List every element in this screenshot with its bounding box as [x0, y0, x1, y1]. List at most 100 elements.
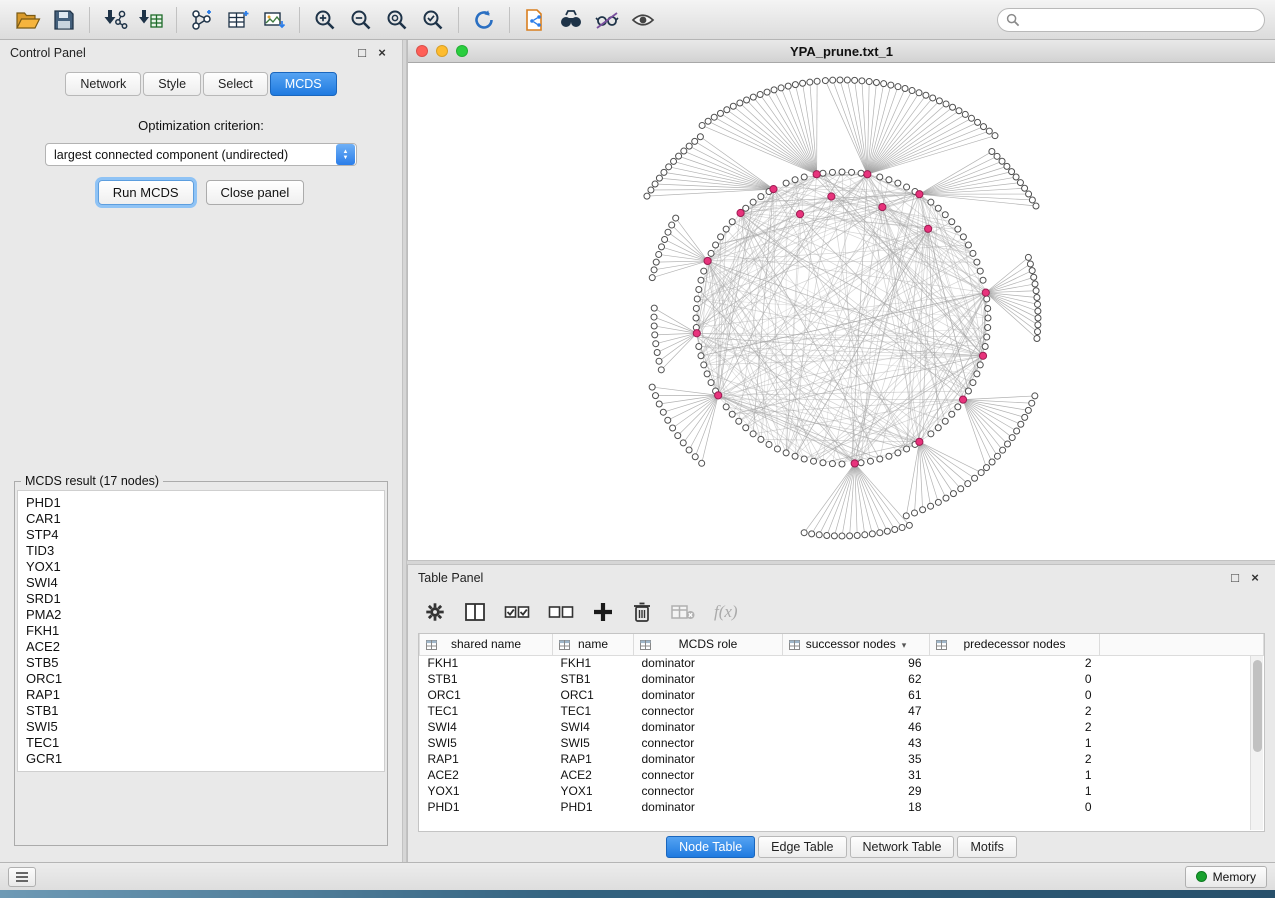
cell[interactable]: dominator [634, 687, 783, 703]
cell[interactable]: 2 [930, 703, 1100, 719]
optimization-dropdown[interactable]: largest connected component (undirected)… [45, 143, 357, 166]
cell[interactable]: STB1 [553, 671, 634, 687]
cell[interactable]: 2 [930, 655, 1100, 671]
cell[interactable]: connector [634, 703, 783, 719]
tab-style[interactable]: Style [143, 72, 201, 96]
cell[interactable]: dominator [634, 655, 783, 671]
apply-layout-refresh-button[interactable] [466, 3, 502, 37]
tab-network[interactable]: Network [65, 72, 141, 96]
cell[interactable]: YOX1 [420, 783, 553, 799]
import-table-from-file-button[interactable] [133, 3, 169, 37]
cell[interactable]: SWI4 [553, 719, 634, 735]
zoom-selected-button[interactable] [415, 3, 451, 37]
tab-edge-table[interactable]: Edge Table [758, 836, 846, 858]
cell[interactable]: 62 [783, 671, 930, 687]
tab-select[interactable]: Select [203, 72, 268, 96]
table-row[interactable]: STB1STB1dominator620 [420, 671, 1264, 687]
deselect-all-checkboxes-icon[interactable] [548, 603, 574, 621]
cell[interactable]: 31 [783, 767, 930, 783]
cell[interactable]: 2 [930, 751, 1100, 767]
show-hide-eye-button[interactable] [625, 3, 661, 37]
open-file-button[interactable] [10, 3, 46, 37]
search-binoculars-button[interactable] [553, 3, 589, 37]
tab-network-table[interactable]: Network Table [850, 836, 955, 858]
cell[interactable]: dominator [634, 751, 783, 767]
cell[interactable]: 0 [930, 671, 1100, 687]
cell[interactable]: dominator [634, 799, 783, 815]
cell[interactable]: TEC1 [420, 703, 553, 719]
mcds-result-item[interactable]: YOX1 [26, 559, 376, 575]
cell[interactable]: FKH1 [553, 655, 634, 671]
cell[interactable]: connector [634, 783, 783, 799]
cell[interactable]: 2 [930, 719, 1100, 735]
cell[interactable]: 29 [783, 783, 930, 799]
table-vertical-scrollbar[interactable] [1250, 656, 1263, 830]
cell[interactable]: PHD1 [553, 799, 634, 815]
select-all-checkboxes-icon[interactable] [504, 603, 530, 621]
table-row[interactable]: FKH1FKH1dominator962 [420, 655, 1264, 671]
cell[interactable]: 1 [930, 767, 1100, 783]
hide-selection-glasses-button[interactable] [589, 3, 625, 37]
cell[interactable]: STB1 [420, 671, 553, 687]
zoom-out-button[interactable] [343, 3, 379, 37]
mcds-result-item[interactable]: SWI4 [26, 575, 376, 591]
cell[interactable]: dominator [634, 719, 783, 735]
network-canvas[interactable] [408, 63, 1275, 560]
new-network-button[interactable] [184, 3, 220, 37]
column-header-MCDS-role[interactable]: MCDS role [634, 634, 783, 655]
import-network-from-file-button[interactable] [97, 3, 133, 37]
column-header-shared-name[interactable]: shared name [420, 634, 553, 655]
new-table-button[interactable] [220, 3, 256, 37]
tab-mcds[interactable]: MCDS [270, 72, 337, 96]
cell[interactable]: SWI5 [420, 735, 553, 751]
cell[interactable]: SWI4 [420, 719, 553, 735]
mcds-result-item[interactable]: TEC1 [26, 735, 376, 751]
zoom-in-button[interactable] [307, 3, 343, 37]
search-input[interactable] [997, 8, 1265, 32]
close-panel-button[interactable]: Close panel [206, 180, 305, 205]
mcds-result-item[interactable]: TID3 [26, 543, 376, 559]
cell[interactable]: 1 [930, 783, 1100, 799]
cell[interactable]: 61 [783, 687, 930, 703]
mcds-result-item[interactable]: CAR1 [26, 511, 376, 527]
cell[interactable]: 0 [930, 687, 1100, 703]
mcds-result-list[interactable]: PHD1CAR1STP4TID3YOX1SWI4SRD1PMA2FKH1ACE2… [17, 490, 385, 772]
close-panel-icon[interactable]: × [1245, 568, 1265, 588]
mcds-result-item[interactable]: ACE2 [26, 639, 376, 655]
float-panel-icon[interactable]: □ [352, 43, 372, 63]
mcds-result-item[interactable]: PHD1 [26, 495, 376, 511]
cell[interactable]: 18 [783, 799, 930, 815]
cell[interactable]: RAP1 [420, 751, 553, 767]
table-row[interactable]: PHD1PHD1dominator180 [420, 799, 1264, 815]
table-row[interactable]: ACE2ACE2connector311 [420, 767, 1264, 783]
table-row[interactable]: ORC1ORC1dominator610 [420, 687, 1264, 703]
cell[interactable]: RAP1 [553, 751, 634, 767]
table-row[interactable]: TEC1TEC1connector472 [420, 703, 1264, 719]
table-row[interactable]: SWI4SWI4dominator462 [420, 719, 1264, 735]
cell[interactable]: 43 [783, 735, 930, 751]
mcds-result-item[interactable]: SWI5 [26, 719, 376, 735]
run-mcds-button[interactable]: Run MCDS [98, 180, 194, 205]
cell[interactable]: ACE2 [420, 767, 553, 783]
tab-node-table[interactable]: Node Table [666, 836, 755, 858]
delete-column-trash-icon[interactable] [632, 601, 652, 623]
table-row[interactable]: YOX1YOX1connector291 [420, 783, 1264, 799]
column-header-name[interactable]: name [553, 634, 634, 655]
add-column-plus-icon[interactable] [592, 601, 614, 623]
table-row[interactable]: SWI5SWI5connector431 [420, 735, 1264, 751]
mcds-result-item[interactable]: RAP1 [26, 687, 376, 703]
cell[interactable]: YOX1 [553, 783, 634, 799]
maximize-window-icon[interactable] [456, 45, 468, 57]
zoom-fit-content-button[interactable] [379, 3, 415, 37]
export-image-button[interactable] [256, 3, 292, 37]
minimize-window-icon[interactable] [436, 45, 448, 57]
cell[interactable]: connector [634, 735, 783, 751]
cell[interactable]: PHD1 [420, 799, 553, 815]
table-settings-gear-icon[interactable] [424, 601, 446, 623]
cell[interactable]: dominator [634, 671, 783, 687]
cell[interactable]: connector [634, 767, 783, 783]
column-header-successor-nodes[interactable]: successor nodes▾ [783, 634, 930, 655]
memory-button[interactable]: Memory [1185, 866, 1267, 888]
cell[interactable]: ORC1 [553, 687, 634, 703]
cell[interactable]: ORC1 [420, 687, 553, 703]
